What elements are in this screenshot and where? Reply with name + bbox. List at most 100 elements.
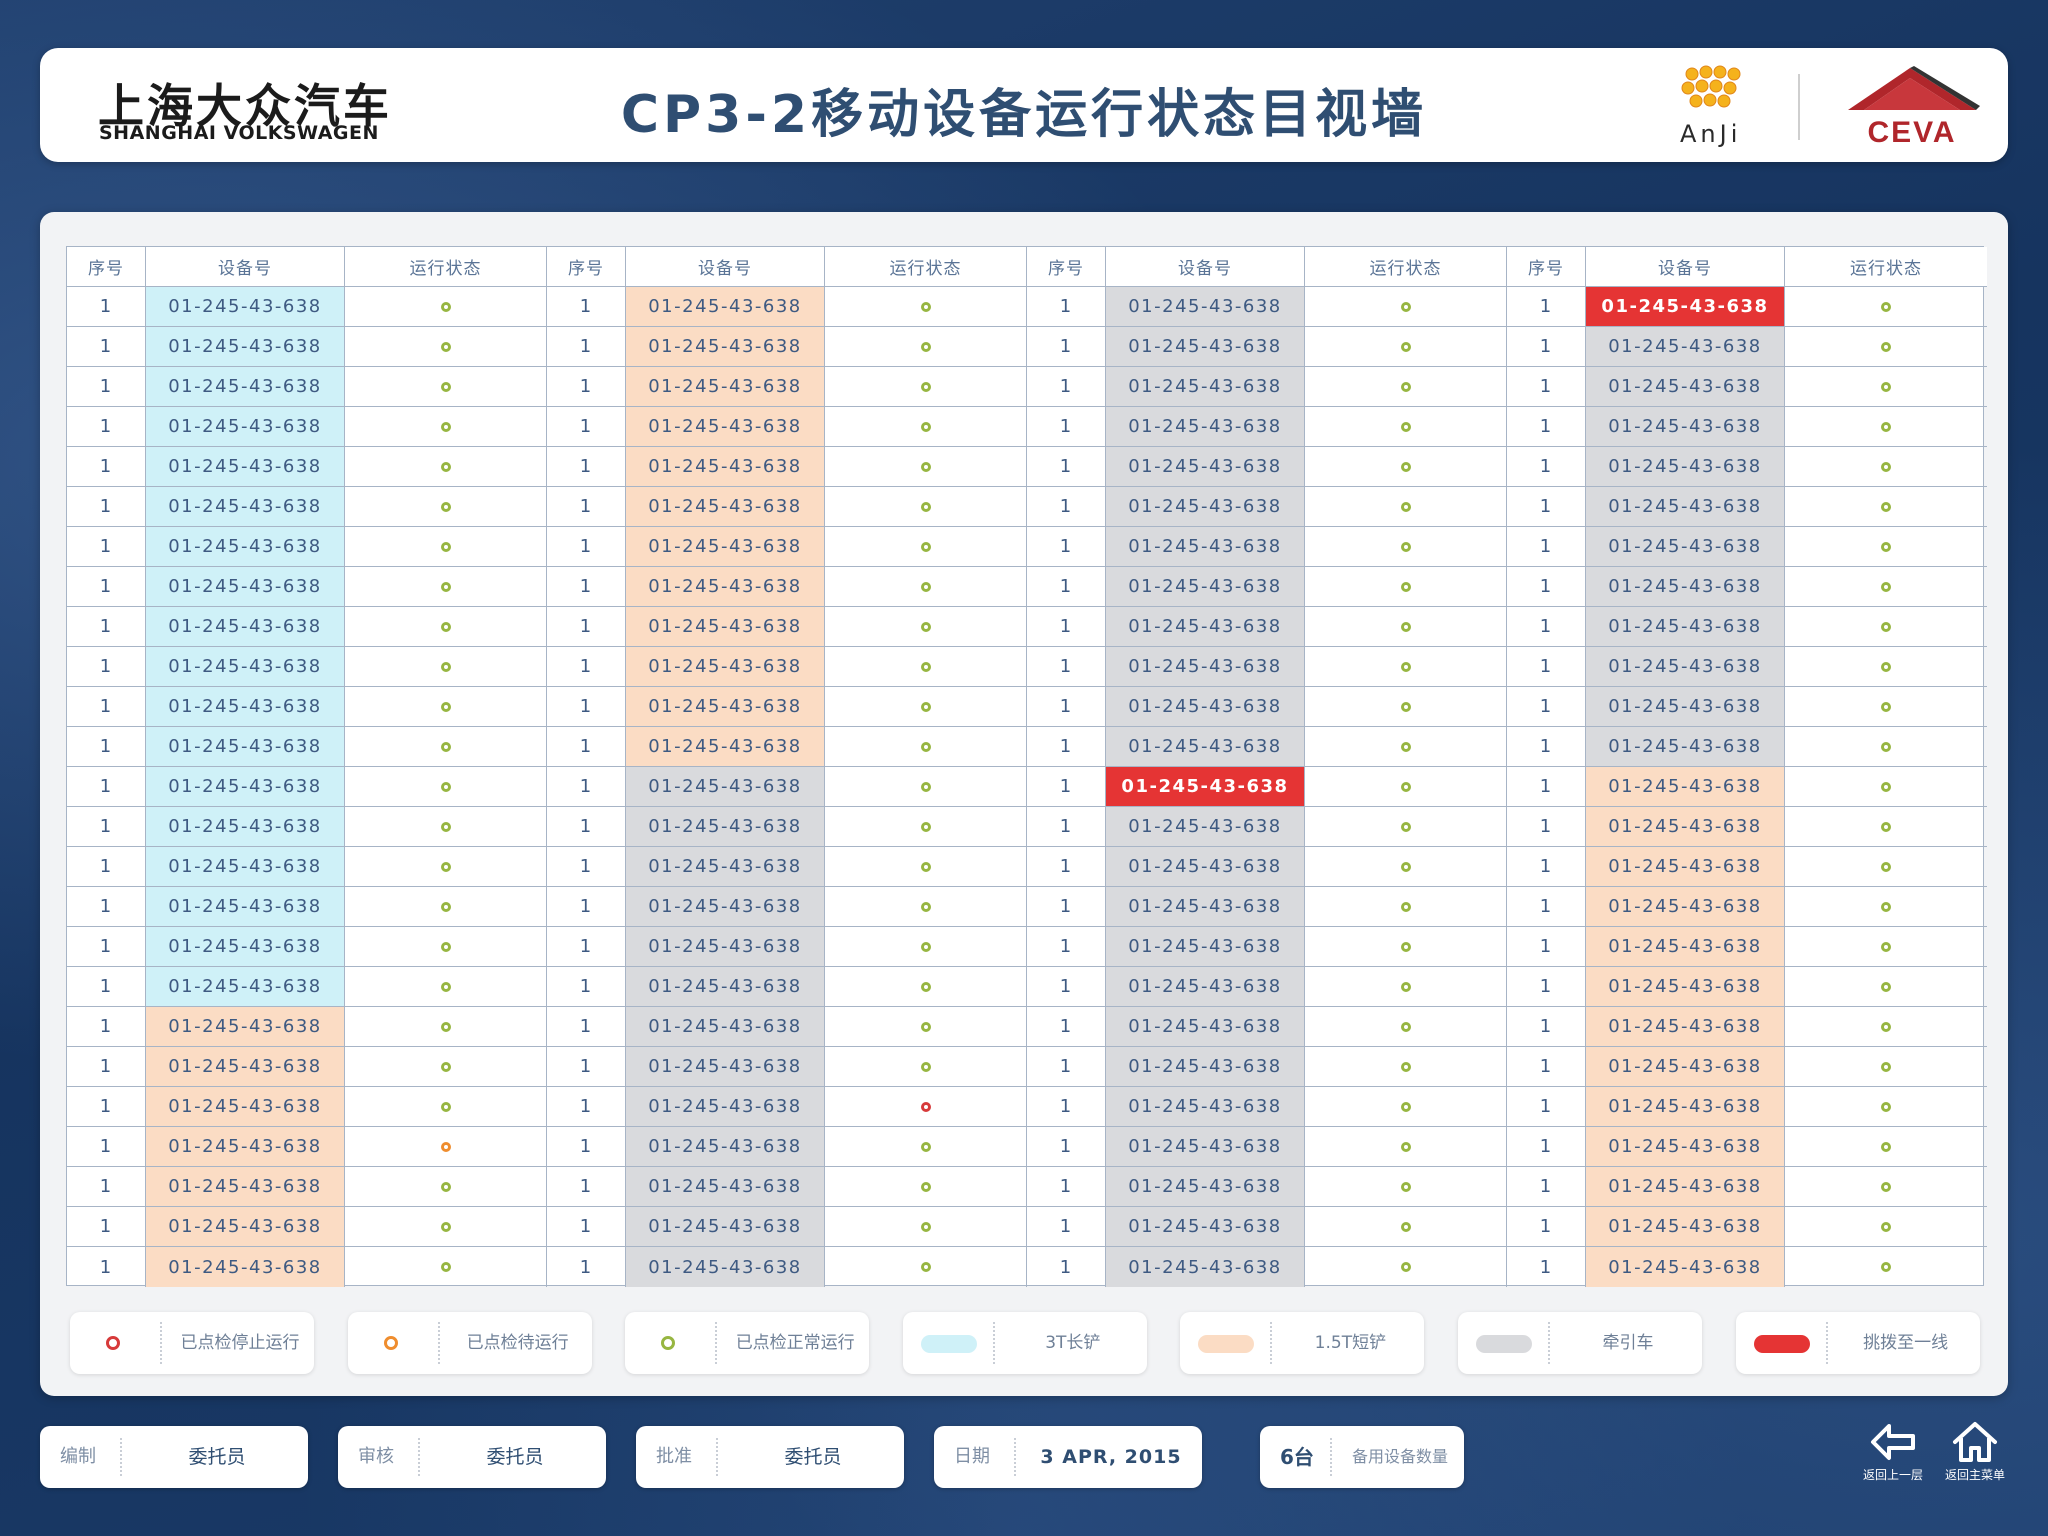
device-id-cell[interactable]: 01-245-43-638: [626, 1087, 825, 1127]
device-id-cell[interactable]: 01-245-43-638: [1586, 887, 1785, 927]
device-id-cell[interactable]: 01-245-43-638: [626, 1047, 825, 1087]
device-id-cell[interactable]: 01-245-43-638: [1586, 687, 1785, 727]
device-id-cell[interactable]: 01-245-43-638: [1106, 927, 1305, 967]
device-id-cell[interactable]: 01-245-43-638: [626, 1007, 825, 1047]
device-id-cell[interactable]: 01-245-43-638: [1106, 967, 1305, 1007]
device-id-cell[interactable]: 01-245-43-638: [146, 887, 345, 927]
device-id-cell[interactable]: 01-245-43-638: [146, 527, 345, 567]
device-id-cell[interactable]: 01-245-43-638: [146, 1047, 345, 1087]
device-id-cell[interactable]: 01-245-43-638: [1586, 527, 1785, 567]
device-id-cell[interactable]: 01-245-43-638: [626, 407, 825, 447]
device-id-cell[interactable]: 01-245-43-638: [626, 607, 825, 647]
device-id-cell[interactable]: 01-245-43-638: [626, 687, 825, 727]
device-id-cell[interactable]: 01-245-43-638: [146, 407, 345, 447]
device-id-cell[interactable]: 01-245-43-638: [146, 1007, 345, 1047]
device-id-cell[interactable]: 01-245-43-638: [146, 647, 345, 687]
device-id-cell[interactable]: 01-245-43-638: [146, 567, 345, 607]
device-id-cell[interactable]: 01-245-43-638: [146, 1207, 345, 1247]
home-button[interactable]: 返回主菜单: [1940, 1420, 2010, 1492]
device-id-cell[interactable]: 01-245-43-638: [146, 327, 345, 367]
device-id-cell[interactable]: 01-245-43-638: [1586, 767, 1785, 807]
device-id-cell[interactable]: 01-245-43-638: [626, 647, 825, 687]
back-button[interactable]: 返回上一层: [1858, 1420, 1928, 1492]
device-id-cell[interactable]: 01-245-43-638: [626, 1167, 825, 1207]
device-id-cell[interactable]: 01-245-43-638: [1106, 567, 1305, 607]
device-id-cell[interactable]: 01-245-43-638: [1106, 807, 1305, 847]
device-id-cell[interactable]: 01-245-43-638: [626, 967, 825, 1007]
device-id-cell[interactable]: 01-245-43-638: [1586, 1207, 1785, 1247]
device-id-cell[interactable]: 01-245-43-638: [1106, 527, 1305, 567]
device-id-cell[interactable]: 01-245-43-638: [146, 1167, 345, 1207]
device-id-cell[interactable]: 01-245-43-638: [1586, 727, 1785, 767]
device-id-cell[interactable]: 01-245-43-638: [146, 287, 345, 327]
device-id-cell[interactable]: 01-245-43-638: [626, 447, 825, 487]
device-id-cell[interactable]: 01-245-43-638: [626, 1247, 825, 1287]
device-id-cell[interactable]: 01-245-43-638: [146, 487, 345, 527]
device-id-cell[interactable]: 01-245-43-638: [1106, 1087, 1305, 1127]
device-id-cell[interactable]: 01-245-43-638: [1586, 807, 1785, 847]
device-id-cell[interactable]: 01-245-43-638: [1106, 1007, 1305, 1047]
device-id-cell[interactable]: 01-245-43-638: [626, 847, 825, 887]
device-id-cell[interactable]: 01-245-43-638: [1586, 487, 1785, 527]
device-id-cell[interactable]: 01-245-43-638: [1586, 1127, 1785, 1167]
device-id-cell[interactable]: 01-245-43-638: [1586, 967, 1785, 1007]
device-id-cell[interactable]: 01-245-43-638: [1586, 367, 1785, 407]
device-id-cell[interactable]: 01-245-43-638: [146, 767, 345, 807]
device-id-cell[interactable]: 01-245-43-638: [1586, 847, 1785, 887]
device-id-cell[interactable]: 01-245-43-638: [626, 887, 825, 927]
device-id-cell[interactable]: 01-245-43-638: [626, 807, 825, 847]
device-id-cell[interactable]: 01-245-43-638: [1106, 847, 1305, 887]
device-id-cell[interactable]: 01-245-43-638: [626, 1207, 825, 1247]
device-id-cell[interactable]: 01-245-43-638: [1586, 647, 1785, 687]
device-id-cell[interactable]: 01-245-43-638: [1106, 1127, 1305, 1167]
device-id-cell[interactable]: 01-245-43-638: [146, 367, 345, 407]
device-id-cell[interactable]: 01-245-43-638: [1106, 647, 1305, 687]
device-id-cell[interactable]: 01-245-43-638: [626, 727, 825, 767]
device-id-cell[interactable]: 01-245-43-638: [626, 327, 825, 367]
device-id-cell[interactable]: 01-245-43-638: [626, 1127, 825, 1167]
device-id-cell[interactable]: 01-245-43-638: [146, 1087, 345, 1127]
device-id-cell[interactable]: 01-245-43-638: [146, 447, 345, 487]
device-id-cell[interactable]: 01-245-43-638: [1586, 1167, 1785, 1207]
device-id-cell[interactable]: 01-245-43-638: [146, 1247, 345, 1287]
device-id-cell[interactable]: 01-245-43-638: [1106, 287, 1305, 327]
device-id-cell[interactable]: 01-245-43-638: [1586, 407, 1785, 447]
device-id-cell[interactable]: 01-245-43-638: [1106, 767, 1305, 807]
device-id-cell[interactable]: 01-245-43-638: [1106, 407, 1305, 447]
device-id-cell[interactable]: 01-245-43-638: [146, 967, 345, 1007]
device-id-cell[interactable]: 01-245-43-638: [146, 687, 345, 727]
device-id-cell[interactable]: 01-245-43-638: [626, 527, 825, 567]
device-id-cell[interactable]: 01-245-43-638: [1106, 367, 1305, 407]
device-id-cell[interactable]: 01-245-43-638: [1586, 1007, 1785, 1047]
device-id-cell[interactable]: 01-245-43-638: [1586, 567, 1785, 607]
device-id-cell[interactable]: 01-245-43-638: [1106, 1167, 1305, 1207]
device-id-cell[interactable]: 01-245-43-638: [146, 727, 345, 767]
device-id-cell[interactable]: 01-245-43-638: [1106, 1247, 1305, 1287]
device-id-cell[interactable]: 01-245-43-638: [626, 767, 825, 807]
device-id-cell[interactable]: 01-245-43-638: [146, 607, 345, 647]
device-id-cell[interactable]: 01-245-43-638: [146, 1127, 345, 1167]
device-id-cell[interactable]: 01-245-43-638: [626, 367, 825, 407]
device-id-cell[interactable]: 01-245-43-638: [1586, 1247, 1785, 1287]
device-id-cell[interactable]: 01-245-43-638: [1586, 927, 1785, 967]
device-id-cell[interactable]: 01-245-43-638: [146, 807, 345, 847]
device-id-cell[interactable]: 01-245-43-638: [1106, 447, 1305, 487]
device-id-cell[interactable]: 01-245-43-638: [1106, 487, 1305, 527]
device-id-cell[interactable]: 01-245-43-638: [146, 847, 345, 887]
device-id-cell[interactable]: 01-245-43-638: [1106, 1047, 1305, 1087]
device-id-cell[interactable]: 01-245-43-638: [626, 487, 825, 527]
device-id-cell[interactable]: 01-245-43-638: [1586, 287, 1785, 327]
device-id-cell[interactable]: 01-245-43-638: [1586, 327, 1785, 367]
device-id-cell[interactable]: 01-245-43-638: [1586, 447, 1785, 487]
device-id-cell[interactable]: 01-245-43-638: [1586, 607, 1785, 647]
device-id-cell[interactable]: 01-245-43-638: [1586, 1087, 1785, 1127]
device-id-cell[interactable]: 01-245-43-638: [1106, 327, 1305, 367]
device-id-cell[interactable]: 01-245-43-638: [1106, 607, 1305, 647]
device-id-cell[interactable]: 01-245-43-638: [1586, 1047, 1785, 1087]
device-id-cell[interactable]: 01-245-43-638: [626, 567, 825, 607]
device-id-cell[interactable]: 01-245-43-638: [626, 287, 825, 327]
device-id-cell[interactable]: 01-245-43-638: [146, 927, 345, 967]
device-id-cell[interactable]: 01-245-43-638: [1106, 727, 1305, 767]
device-id-cell[interactable]: 01-245-43-638: [1106, 687, 1305, 727]
device-id-cell[interactable]: 01-245-43-638: [1106, 1207, 1305, 1247]
